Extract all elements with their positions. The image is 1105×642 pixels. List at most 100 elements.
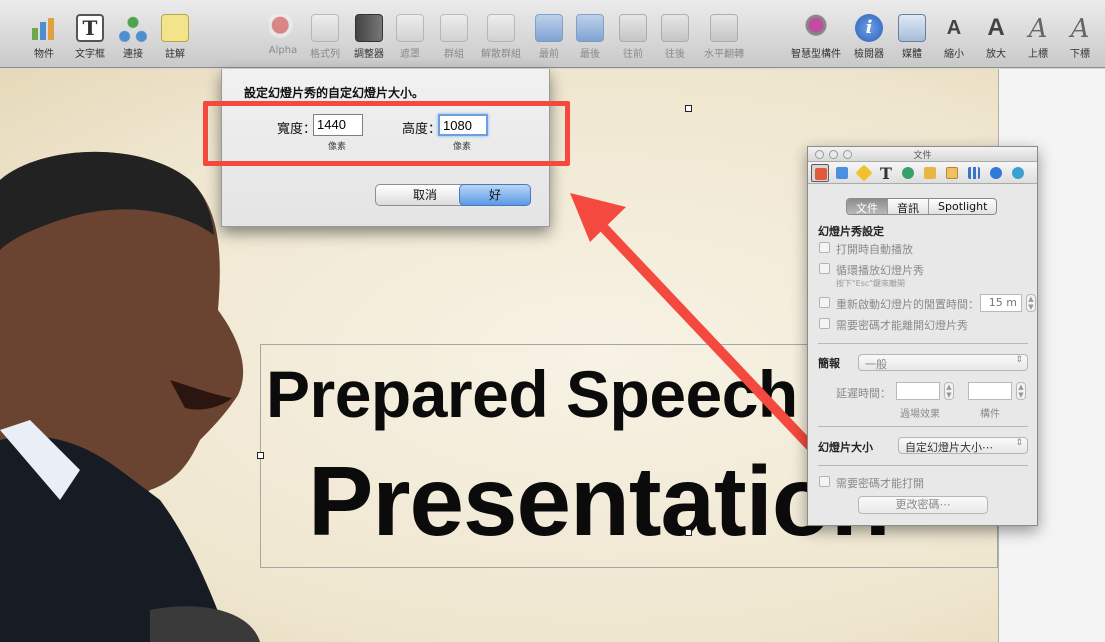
- toolbar-comment-button[interactable]: 註解: [153, 14, 197, 60]
- document-inspector: 文件 T 文件 音訊 Spotlight 幻燈片秀設定 打開時自動播放 循環播放…: [807, 146, 1038, 526]
- divider: [818, 343, 1028, 344]
- toolbar-objects-button[interactable]: 物件: [22, 14, 66, 60]
- toolbar-back-button[interactable]: 最後: [568, 14, 612, 60]
- password-open-label: 需要密碼才能打開: [836, 477, 924, 490]
- toolbar-connect-button[interactable]: 連接: [111, 14, 155, 60]
- transition-pane-icon[interactable]: [855, 164, 873, 182]
- delay-label: 延遲時間：: [836, 387, 891, 400]
- restart-label: 重新啟動幻燈片的閒置時間：: [836, 298, 979, 311]
- divider: [818, 465, 1028, 466]
- toolbar-inspector-button[interactable]: i 檢閱器: [847, 14, 891, 60]
- tab-audio[interactable]: 音訊: [887, 199, 928, 214]
- format-bar-icon: [311, 14, 339, 42]
- backward-icon: [661, 14, 689, 42]
- change-password-button[interactable]: 更改密碼⋯: [858, 496, 988, 514]
- toolbar-alpha-button[interactable]: Alpha: [261, 14, 305, 56]
- toolbar-label: 往前: [623, 49, 643, 60]
- back-icon: [576, 14, 604, 42]
- toolbar: 物件 T 文字框 連接 註解 Alpha 格式列 調整器 遮罩 群組 解散群組 …: [0, 0, 1105, 68]
- inspector-pane-bar: T: [808, 162, 1037, 184]
- text-pane-icon[interactable]: T: [877, 164, 895, 183]
- toolbar-label: 縮小: [944, 49, 964, 60]
- toolbar-label: 連接: [123, 49, 143, 60]
- toolbar-label: Alpha: [268, 45, 298, 56]
- restart-minutes-field[interactable]: 15 m: [980, 294, 1022, 312]
- restart-stepper[interactable]: ▲ ▼: [1026, 294, 1036, 312]
- select-arrows-icon: ⇕: [1015, 355, 1023, 365]
- toolbar-forward-button[interactable]: 往前: [611, 14, 655, 60]
- loop-label: 循環播放幻燈片秀: [836, 264, 924, 277]
- toolbar-label: 放大: [986, 49, 1006, 60]
- toolbar-label: 智慧型構件: [791, 49, 841, 60]
- section-title: 幻燈片秀設定: [818, 225, 884, 238]
- text-box-icon: T: [76, 14, 104, 42]
- toolbar-label: 水平翻轉: [704, 49, 744, 60]
- build-delay-stepper[interactable]: ▲ ▼: [1016, 382, 1026, 400]
- toolbar-label: 往後: [665, 49, 685, 60]
- autoplay-checkbox[interactable]: [819, 242, 830, 253]
- toolbar-superscript-button[interactable]: A 上標: [1016, 14, 1060, 60]
- toolbar-flip-button[interactable]: 水平翻轉: [702, 14, 746, 60]
- bigger-font-icon: A: [987, 14, 1005, 41]
- slide-title-line2[interactable]: Presentation: [308, 445, 891, 558]
- resize-handle-top[interactable]: [685, 105, 692, 112]
- loop-checkbox[interactable]: [819, 263, 830, 274]
- metrics-pane-icon[interactable]: [921, 164, 939, 182]
- toolbar-label: 調整器: [354, 49, 384, 60]
- ok-button[interactable]: 好: [459, 184, 531, 206]
- document-pane-icon[interactable]: [811, 164, 829, 182]
- mask-icon: [396, 14, 424, 42]
- tab-document[interactable]: 文件: [847, 199, 887, 214]
- ungroup-icon: [487, 14, 515, 42]
- toolbar-textbox-button[interactable]: T 文字框: [68, 14, 112, 60]
- slide-size-value: 自定幻燈片大小⋯: [905, 441, 993, 454]
- resize-handle-bottom[interactable]: [685, 529, 692, 536]
- transition-delay-stepper[interactable]: ▲ ▼: [944, 382, 954, 400]
- inspector-icon: i: [855, 14, 883, 42]
- toolbar-adjust-button[interactable]: 調整器: [347, 14, 391, 60]
- restart-checkbox[interactable]: [819, 297, 830, 308]
- dialog-title: 設定幻燈片秀的自定幻燈片大小。: [244, 86, 425, 100]
- toolbar-group-button[interactable]: 群組: [432, 14, 476, 60]
- password-exit-checkbox[interactable]: [819, 318, 830, 329]
- toolbar-label: 下標: [1070, 49, 1090, 60]
- slide-title-line1[interactable]: Prepared Speech: [266, 356, 798, 432]
- toolbar-label: 群組: [444, 49, 464, 60]
- quicktime-pane-icon[interactable]: [1009, 164, 1027, 182]
- chart-objects-icon: [30, 14, 58, 42]
- toolbar-media-button[interactable]: 媒體: [890, 14, 934, 60]
- graphic-pane-icon[interactable]: [899, 164, 917, 182]
- toolbar-smaller-button[interactable]: A 縮小: [932, 14, 976, 60]
- adjust-image-icon: [355, 14, 383, 42]
- password-exit-label: 需要密碼才能離開幻燈片秀: [836, 319, 968, 332]
- toolbar-bigger-button[interactable]: A 放大: [974, 14, 1018, 60]
- toolbar-front-button[interactable]: 最前: [527, 14, 571, 60]
- autoplay-label: 打開時自動播放: [836, 243, 913, 256]
- toolbar-label: 遮罩: [400, 49, 420, 60]
- slide-pane-icon[interactable]: [833, 164, 851, 182]
- build-delay-field[interactable]: [968, 382, 1012, 400]
- hyperlink-pane-icon[interactable]: [987, 164, 1005, 182]
- tab-spotlight[interactable]: Spotlight: [928, 199, 996, 214]
- group-icon: [440, 14, 468, 42]
- transition-delay-field[interactable]: [896, 382, 940, 400]
- toolbar-ungroup-button[interactable]: 解散群組: [479, 14, 523, 60]
- toolbar-format-bar-button[interactable]: 格式列: [303, 14, 347, 60]
- toolbar-smart-build-button[interactable]: 智慧型構件: [790, 14, 842, 60]
- toolbar-backward-button[interactable]: 往後: [653, 14, 697, 60]
- presentation-select[interactable]: 一般 ⇕: [858, 354, 1028, 371]
- comment-icon: [161, 14, 189, 42]
- table-pane-icon[interactable]: [943, 164, 961, 182]
- toolbar-subscript-button[interactable]: A 下標: [1058, 14, 1102, 60]
- connection-icon: [119, 14, 147, 42]
- password-open-checkbox[interactable]: [819, 476, 830, 487]
- chart-pane-icon[interactable]: [965, 164, 983, 182]
- slide-size-select[interactable]: 自定幻燈片大小⋯ ⇕: [898, 437, 1028, 454]
- smaller-font-icon: A: [946, 17, 962, 39]
- build-label: 構件: [980, 409, 1000, 420]
- toolbar-mask-button[interactable]: 遮罩: [388, 14, 432, 60]
- toolbar-label: 媒體: [902, 49, 922, 60]
- smart-build-icon: [802, 14, 830, 42]
- inspector-tabs: 文件 音訊 Spotlight: [846, 198, 998, 215]
- toolbar-label: 文字框: [75, 49, 105, 60]
